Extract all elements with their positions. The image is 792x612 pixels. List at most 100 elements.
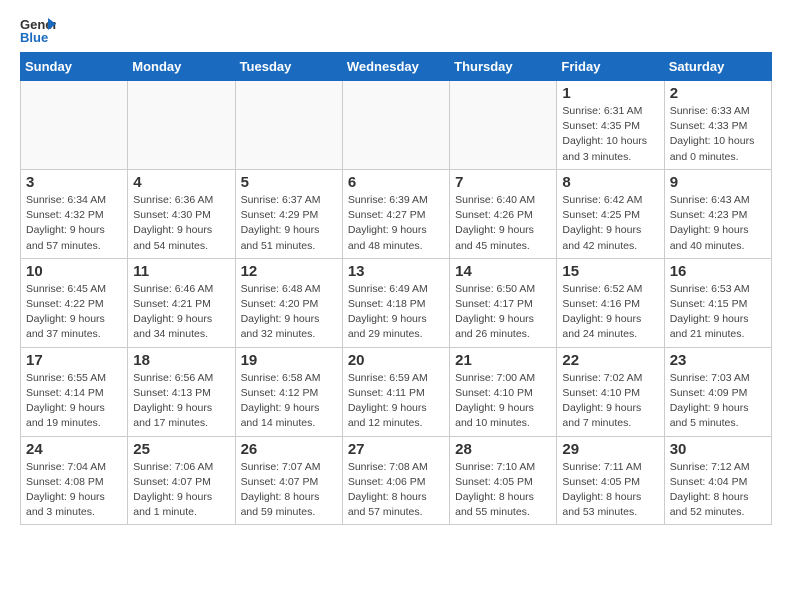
day-info: Sunrise: 7:02 AM Sunset: 4:10 PM Dayligh… xyxy=(562,371,658,432)
day-info: Sunrise: 6:33 AM Sunset: 4:33 PM Dayligh… xyxy=(670,104,766,165)
calendar-cell: 4Sunrise: 6:36 AM Sunset: 4:30 PM Daylig… xyxy=(128,169,235,258)
day-number: 23 xyxy=(670,352,766,369)
weekday-header-monday: Monday xyxy=(128,53,235,81)
day-info: Sunrise: 7:04 AM Sunset: 4:08 PM Dayligh… xyxy=(26,460,122,521)
day-info: Sunrise: 7:06 AM Sunset: 4:07 PM Dayligh… xyxy=(133,460,229,521)
calendar-cell: 15 Sunrise: 6:52 AM Sunset: 4:16 PM Dayli… xyxy=(557,258,664,347)
week-row-2: 3 Sunrise: 6:34 AM Sunset: 4:32 PM Daylig… xyxy=(21,169,772,258)
day-info: Sunrise: 6:31 AM Sunset: 4:35 PM Dayligh… xyxy=(562,104,658,165)
calendar-cell: 25 Sunrise: 7:06 AM Sunset: 4:07 PM Dayli… xyxy=(128,436,235,525)
day-info: Sunrise: 6:52 AM Sunset: 4:16 PM Dayligh… xyxy=(562,282,658,343)
calendar-cell: 21Sunrise: 7:00 AM Sunset: 4:10 PM Dayli… xyxy=(450,347,557,436)
day-number: 1 xyxy=(562,85,658,102)
calendar-cell: 20 Sunrise: 6:59 AM Sunset: 4:11 PM Dayli… xyxy=(342,347,449,436)
calendar-cell: 24 Sunrise: 7:04 AM Sunset: 4:08 PM Dayli… xyxy=(21,436,128,525)
calendar-cell: 23 Sunrise: 7:03 AM Sunset: 4:09 PM Dayli… xyxy=(664,347,771,436)
calendar-cell: 14 Sunrise: 6:50 AM Sunset: 4:17 PM Dayli… xyxy=(450,258,557,347)
weekday-header-saturday: Saturday xyxy=(664,53,771,81)
week-row-5: 24 Sunrise: 7:04 AM Sunset: 4:08 PM Dayli… xyxy=(21,436,772,525)
day-info: Sunrise: 6:53 AM Sunset: 4:15 PM Dayligh… xyxy=(670,282,766,343)
day-number: 7 xyxy=(455,174,551,191)
day-number: 15 xyxy=(562,263,658,280)
day-number: 19 xyxy=(241,352,337,369)
calendar-cell: 22 Sunrise: 7:02 AM Sunset: 4:10 PM Dayli… xyxy=(557,347,664,436)
day-info: Sunrise: 7:11 AM Sunset: 4:05 PM Dayligh… xyxy=(562,460,658,521)
calendar-cell: 29 Sunrise: 7:11 AM Sunset: 4:05 PM Dayli… xyxy=(557,436,664,525)
calendar-cell: 10 Sunrise: 6:45 AM Sunset: 4:22 PM Dayli… xyxy=(21,258,128,347)
calendar-cell xyxy=(235,81,342,170)
day-number: 24 xyxy=(26,441,122,458)
calendar-cell: 3 Sunrise: 6:34 AM Sunset: 4:32 PM Daylig… xyxy=(21,169,128,258)
weekday-header-row: SundayMondayTuesdayWednesdayThursdayFrid… xyxy=(21,53,772,81)
calendar-cell: 1 Sunrise: 6:31 AM Sunset: 4:35 PM Daylig… xyxy=(557,81,664,170)
calendar-cell: 30 Sunrise: 7:12 AM Sunset: 4:04 PM Dayli… xyxy=(664,436,771,525)
week-row-4: 17Sunrise: 6:55 AM Sunset: 4:14 PM Dayli… xyxy=(21,347,772,436)
day-info: Sunrise: 6:49 AM Sunset: 4:18 PM Dayligh… xyxy=(348,282,444,343)
calendar-cell: 6 Sunrise: 6:39 AM Sunset: 4:27 PM Daylig… xyxy=(342,169,449,258)
day-number: 18 xyxy=(133,352,229,369)
calendar-cell: 8 Sunrise: 6:42 AM Sunset: 4:25 PM Daylig… xyxy=(557,169,664,258)
day-number: 21 xyxy=(455,352,551,369)
day-info: Sunrise: 6:39 AM Sunset: 4:27 PM Dayligh… xyxy=(348,193,444,254)
weekday-header-wednesday: Wednesday xyxy=(342,53,449,81)
day-number: 5 xyxy=(241,174,337,191)
day-number: 10 xyxy=(26,263,122,280)
day-info: Sunrise: 6:34 AM Sunset: 4:32 PM Dayligh… xyxy=(26,193,122,254)
calendar-cell: 13Sunrise: 6:49 AM Sunset: 4:18 PM Dayli… xyxy=(342,258,449,347)
day-info: Sunrise: 6:46 AM Sunset: 4:21 PM Dayligh… xyxy=(133,282,229,343)
day-info: Sunrise: 7:10 AM Sunset: 4:05 PM Dayligh… xyxy=(455,460,551,521)
day-number: 3 xyxy=(26,174,122,191)
header: General Blue xyxy=(20,16,772,44)
weekday-header-tuesday: Tuesday xyxy=(235,53,342,81)
day-number: 12 xyxy=(241,263,337,280)
day-info: Sunrise: 7:03 AM Sunset: 4:09 PM Dayligh… xyxy=(670,371,766,432)
day-info: Sunrise: 6:59 AM Sunset: 4:11 PM Dayligh… xyxy=(348,371,444,432)
day-info: Sunrise: 6:45 AM Sunset: 4:22 PM Dayligh… xyxy=(26,282,122,343)
calendar-cell: 16 Sunrise: 6:53 AM Sunset: 4:15 PM Dayli… xyxy=(664,258,771,347)
calendar-cell: 5 Sunrise: 6:37 AM Sunset: 4:29 PM Daylig… xyxy=(235,169,342,258)
day-number: 22 xyxy=(562,352,658,369)
day-info: Sunrise: 6:50 AM Sunset: 4:17 PM Dayligh… xyxy=(455,282,551,343)
day-info: Sunrise: 7:12 AM Sunset: 4:04 PM Dayligh… xyxy=(670,460,766,521)
calendar-cell: 9 Sunrise: 6:43 AM Sunset: 4:23 PM Daylig… xyxy=(664,169,771,258)
day-info: Sunrise: 7:08 AM Sunset: 4:06 PM Dayligh… xyxy=(348,460,444,521)
day-info: Sunrise: 6:42 AM Sunset: 4:25 PM Dayligh… xyxy=(562,193,658,254)
calendar-cell: 28 Sunrise: 7:10 AM Sunset: 4:05 PM Dayli… xyxy=(450,436,557,525)
calendar-cell xyxy=(450,81,557,170)
day-info: Sunrise: 6:37 AM Sunset: 4:29 PM Dayligh… xyxy=(241,193,337,254)
calendar-table: SundayMondayTuesdayWednesdayThursdayFrid… xyxy=(20,52,772,525)
day-info: Sunrise: 6:56 AM Sunset: 4:13 PM Dayligh… xyxy=(133,371,229,432)
calendar-cell: 19 Sunrise: 6:58 AM Sunset: 4:12 PM Dayli… xyxy=(235,347,342,436)
weekday-header-sunday: Sunday xyxy=(21,53,128,81)
day-number: 9 xyxy=(670,174,766,191)
day-number: 8 xyxy=(562,174,658,191)
day-info: Sunrise: 6:48 AM Sunset: 4:20 PM Dayligh… xyxy=(241,282,337,343)
day-info: Sunrise: 6:58 AM Sunset: 4:12 PM Dayligh… xyxy=(241,371,337,432)
day-number: 28 xyxy=(455,441,551,458)
day-info: Sunrise: 6:55 AM Sunset: 4:14 PM Dayligh… xyxy=(26,371,122,432)
day-info: Sunrise: 6:43 AM Sunset: 4:23 PM Dayligh… xyxy=(670,193,766,254)
svg-text:Blue: Blue xyxy=(20,30,48,44)
day-number: 6 xyxy=(348,174,444,191)
logo: General Blue xyxy=(20,16,60,44)
day-number: 29 xyxy=(562,441,658,458)
day-number: 20 xyxy=(348,352,444,369)
week-row-1: 1 Sunrise: 6:31 AM Sunset: 4:35 PM Daylig… xyxy=(21,81,772,170)
calendar-cell: 18 Sunrise: 6:56 AM Sunset: 4:13 PM Dayli… xyxy=(128,347,235,436)
day-number: 26 xyxy=(241,441,337,458)
day-number: 25 xyxy=(133,441,229,458)
calendar-cell xyxy=(128,81,235,170)
day-number: 16 xyxy=(670,263,766,280)
weekday-header-thursday: Thursday xyxy=(450,53,557,81)
day-number: 30 xyxy=(670,441,766,458)
calendar-cell: 7Sunrise: 6:40 AM Sunset: 4:26 PM Daylig… xyxy=(450,169,557,258)
week-row-3: 10 Sunrise: 6:45 AM Sunset: 4:22 PM Dayli… xyxy=(21,258,772,347)
calendar-cell xyxy=(342,81,449,170)
day-number: 14 xyxy=(455,263,551,280)
day-info: Sunrise: 7:07 AM Sunset: 4:07 PM Dayligh… xyxy=(241,460,337,521)
calendar-cell: 27 Sunrise: 7:08 AM Sunset: 4:06 PM Dayli… xyxy=(342,436,449,525)
day-number: 27 xyxy=(348,441,444,458)
calendar-cell: 26 Sunrise: 7:07 AM Sunset: 4:07 PM Dayli… xyxy=(235,436,342,525)
day-number: 4 xyxy=(133,174,229,191)
day-number: 11 xyxy=(133,263,229,280)
